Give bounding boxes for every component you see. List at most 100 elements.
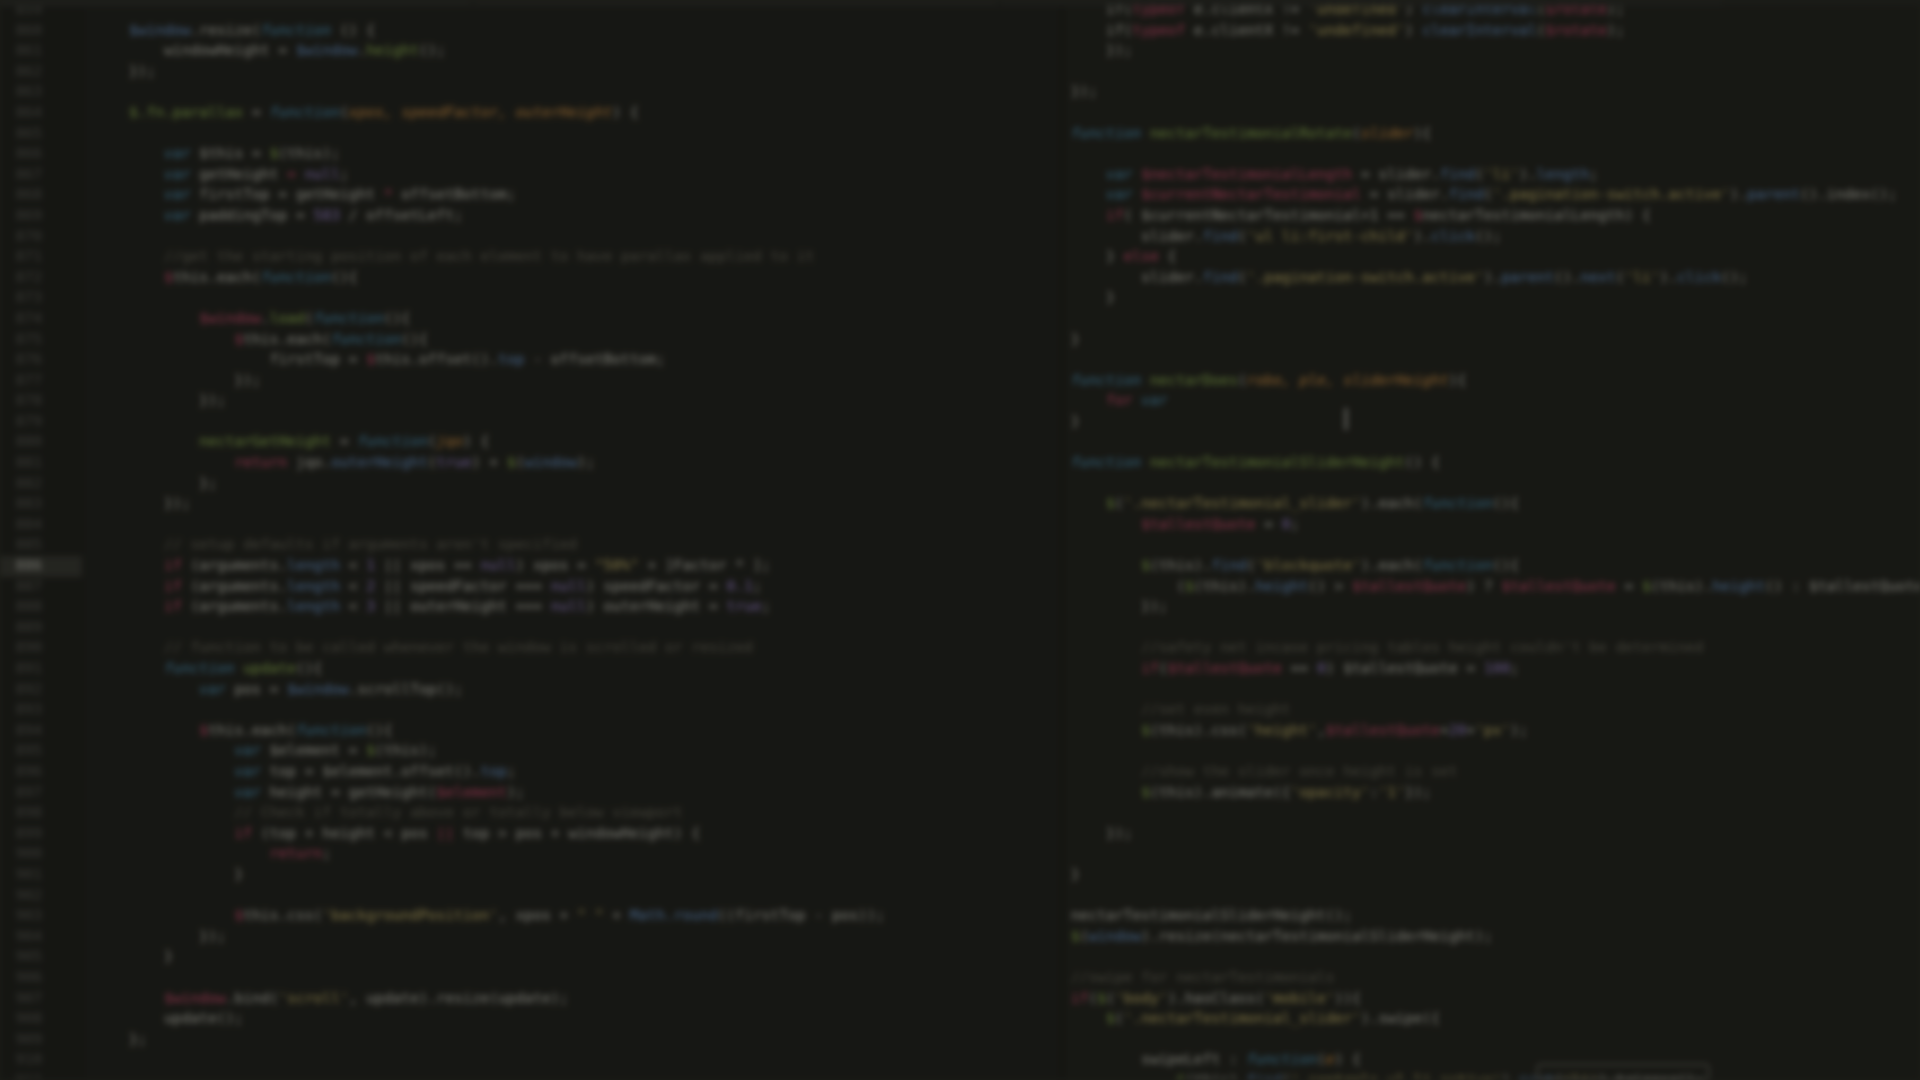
code-line[interactable]: if (top + height < pos || top > pos + wi… bbox=[129, 824, 1061, 845]
code-line[interactable]: var firstTop = getHeight * offsetBottom; bbox=[129, 185, 1061, 206]
editor-tab[interactable] bbox=[1002, 0, 1722, 6]
code-line[interactable]: nectarGetHeight = function(jqo) { bbox=[129, 432, 1061, 453]
code-line[interactable]: var paddingTop = 583 / offsetLeft; bbox=[129, 206, 1061, 227]
code-line[interactable]: $this.each(function(){ bbox=[129, 721, 1061, 742]
code-line[interactable] bbox=[129, 700, 1061, 721]
code-line[interactable]: function update(){ bbox=[129, 659, 1061, 680]
code-line[interactable] bbox=[1071, 886, 1920, 907]
code-line[interactable]: $this.each(function(){ bbox=[129, 268, 1061, 289]
code-line[interactable]: }); bbox=[129, 927, 1061, 948]
code-line[interactable]: var top = $element.offset().top; bbox=[129, 762, 1061, 783]
code-line[interactable]: if($tallestQuote == 0) $tallestQuote = 1… bbox=[1071, 659, 1920, 680]
code-line[interactable]: } bbox=[1071, 412, 1920, 433]
code-line[interactable]: windowHeight = $window.height(); bbox=[129, 41, 1061, 62]
code-line[interactable] bbox=[129, 1071, 1061, 1080]
code-line[interactable]: $('.nectarTestimonial_slider').swipe({ bbox=[1071, 1009, 1920, 1030]
code-line[interactable]: $(window).resize(nectarTestimonialSlider… bbox=[1071, 927, 1920, 948]
code-line[interactable]: swipeLeft : function(e) { bbox=[1071, 1050, 1920, 1071]
code-line[interactable]: }); bbox=[129, 371, 1061, 392]
code-line[interactable]: $(this).find('.controls ul li.active').n… bbox=[1071, 1071, 1920, 1080]
code-line[interactable] bbox=[129, 968, 1061, 989]
code-line[interactable]: function nectarTestimonialSliderHeight()… bbox=[1071, 453, 1920, 474]
code-line[interactable] bbox=[1071, 1030, 1920, 1051]
code-line[interactable]: slider.find('ul li:first-child').click()… bbox=[1071, 227, 1920, 248]
code-line[interactable]: if( $currentNectarTestimonial+1 == $nect… bbox=[1071, 206, 1920, 227]
code-line[interactable] bbox=[1071, 144, 1920, 165]
code-line[interactable]: } bbox=[1071, 288, 1920, 309]
code-line[interactable]: if (arguments.length < 2 || speedFactor … bbox=[129, 577, 1061, 598]
code-line[interactable] bbox=[129, 227, 1061, 248]
code-line[interactable]: $tallestQuote = 0; bbox=[1071, 515, 1920, 536]
code-line[interactable]: $(this).animate({'opacity':'1'}); bbox=[1071, 783, 1920, 804]
code-line[interactable]: if(typeof e.clientX != 'undefined') clea… bbox=[1071, 21, 1920, 42]
code-line[interactable]: if (arguments.length < 3 || outerHeight … bbox=[129, 597, 1061, 618]
code-line[interactable] bbox=[1071, 474, 1920, 495]
code-line[interactable]: }); bbox=[129, 494, 1061, 515]
left-editor-pane[interactable]: 859 860 861 862 863 864 865 866 867 868 869 870 871 8… bbox=[0, 0, 1061, 1080]
code-line[interactable] bbox=[129, 618, 1061, 639]
code-line[interactable] bbox=[129, 412, 1061, 433]
code-line[interactable]: $(this).css('height',$tallestQuote+20+'p… bbox=[1071, 721, 1920, 742]
code-line[interactable]: var pos = $window.scrollTop(); bbox=[129, 680, 1061, 701]
code-line[interactable] bbox=[1071, 62, 1920, 83]
code-line[interactable]: }); bbox=[129, 391, 1061, 412]
code-line[interactable] bbox=[129, 124, 1061, 145]
code-line[interactable]: $(this).find('blockquote').each(function… bbox=[1071, 556, 1920, 577]
right-editor-pane[interactable]: if(typeof e.clientX != 'undefined') clea… bbox=[1062, 0, 1920, 1080]
code-line[interactable]: // function to be called whenever the wi… bbox=[129, 638, 1061, 659]
code-line[interactable]: }); bbox=[1071, 824, 1920, 845]
code-line[interactable]: } else { bbox=[1071, 247, 1920, 268]
code-line[interactable]: var $this = $(this); bbox=[129, 144, 1061, 165]
code-line[interactable] bbox=[1071, 844, 1920, 865]
code-line[interactable]: var getHeight = null; bbox=[129, 165, 1061, 186]
code-line[interactable]: return jqo.outerHeight(true) + $(window)… bbox=[129, 453, 1061, 474]
code-line[interactable] bbox=[1071, 947, 1920, 968]
code-line[interactable]: var $nectarTestimonialLength = slider.fi… bbox=[1071, 165, 1920, 186]
code-line[interactable]: }); bbox=[1071, 597, 1920, 618]
code-line[interactable] bbox=[129, 515, 1061, 536]
code-line[interactable]: }); bbox=[1071, 82, 1920, 103]
code-line[interactable] bbox=[1071, 432, 1920, 453]
code-line[interactable]: if($('body').hasClass('mobile')){ bbox=[1071, 989, 1920, 1010]
code-line[interactable] bbox=[129, 886, 1061, 907]
code-line[interactable]: var $currentNectarTestimonial = slider.f… bbox=[1071, 185, 1920, 206]
code-line[interactable] bbox=[1071, 309, 1920, 330]
code-line[interactable]: }); bbox=[129, 62, 1061, 83]
code-line[interactable]: firstTop = $this.offset().top - offsetBo… bbox=[129, 350, 1061, 371]
code-line[interactable] bbox=[129, 1050, 1061, 1071]
code-line[interactable] bbox=[129, 288, 1061, 309]
code-line[interactable] bbox=[1071, 803, 1920, 824]
code-line[interactable]: // Check if totally above or totally bel… bbox=[129, 803, 1061, 824]
code-line[interactable]: return; bbox=[129, 844, 1061, 865]
code-line[interactable]: }; bbox=[129, 1030, 1061, 1051]
code-line[interactable]: //swipe for nectarTestimonials bbox=[1071, 968, 1920, 989]
code-line[interactable]: for var bbox=[1071, 391, 1920, 412]
code-line[interactable]: var $element = $(this); bbox=[129, 741, 1061, 762]
code-line[interactable]: //show the slider once height is set bbox=[1071, 762, 1920, 783]
code-line[interactable] bbox=[129, 82, 1061, 103]
code-line[interactable]: ($(this).height() > $tallestQuote) ? $ta… bbox=[1071, 577, 1920, 598]
code-line[interactable] bbox=[1071, 618, 1920, 639]
code-line[interactable]: } bbox=[1071, 330, 1920, 351]
code-line[interactable]: $window.resize(function () { bbox=[129, 21, 1061, 42]
code-line[interactable]: // setup defaults if arguments aren't sp… bbox=[129, 535, 1061, 556]
code-line[interactable] bbox=[1071, 535, 1920, 556]
code-line[interactable]: function nectarDoes(robo, ple, sliderHei… bbox=[1071, 371, 1920, 392]
editor-tab[interactable] bbox=[476, 0, 996, 6]
code-area[interactable]: $window.resize(function () { windowHeigh… bbox=[83, 0, 1061, 1080]
code-line[interactable]: update(); bbox=[129, 1009, 1061, 1030]
code-line[interactable]: $this.each(function(){ bbox=[129, 330, 1061, 351]
code-line[interactable]: slider.find('.pagination-switch.active')… bbox=[1071, 268, 1920, 289]
code-line[interactable]: } bbox=[129, 865, 1061, 886]
code-line[interactable]: }; bbox=[129, 474, 1061, 495]
code-line[interactable]: $this.css('backgroundPosition', xpos + "… bbox=[129, 906, 1061, 927]
code-line[interactable]: $window.load(function(){ bbox=[129, 309, 1061, 330]
code-line[interactable] bbox=[1071, 680, 1920, 701]
code-line[interactable] bbox=[1071, 741, 1920, 762]
code-line[interactable]: //get the starting position of each elem… bbox=[129, 247, 1061, 268]
code-line[interactable] bbox=[1071, 350, 1920, 371]
code-line[interactable]: function nectarTestimonialRotate(slider)… bbox=[1071, 124, 1920, 145]
code-line[interactable]: }); bbox=[1071, 41, 1920, 62]
code-line[interactable]: } bbox=[129, 947, 1061, 968]
code-line[interactable]: $window.bind('scroll', update).resize(up… bbox=[129, 989, 1061, 1010]
